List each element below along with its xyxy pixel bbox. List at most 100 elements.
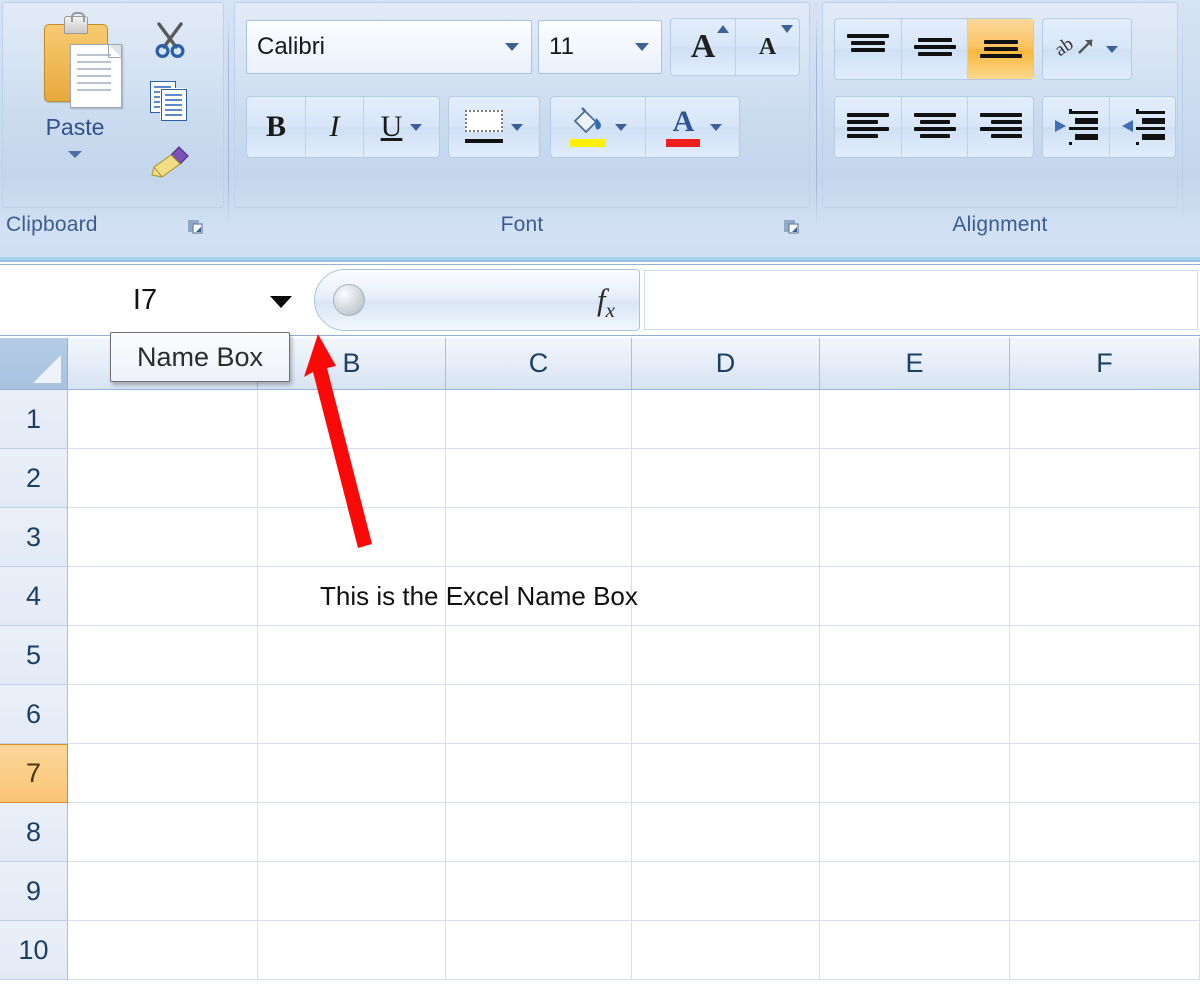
shrink-font-button[interactable]: A	[735, 19, 799, 75]
row-header-6[interactable]: 6	[0, 685, 68, 744]
cell-D6[interactable]	[632, 685, 820, 744]
row-header-2[interactable]: 2	[0, 449, 68, 508]
align-center-button[interactable]	[901, 97, 967, 157]
cell-A8[interactable]	[68, 803, 258, 862]
cell-D2[interactable]	[632, 449, 820, 508]
cell-F2[interactable]	[1010, 449, 1200, 508]
decrease-indent-button[interactable]	[1043, 97, 1109, 157]
cell-A9[interactable]	[68, 862, 258, 921]
cell-F7[interactable]	[1010, 744, 1200, 803]
cell-E2[interactable]	[820, 449, 1010, 508]
cell-A7[interactable]	[68, 744, 258, 803]
column-header-f[interactable]: F	[1010, 338, 1200, 390]
cell-D1[interactable]	[632, 390, 820, 449]
cell-B7[interactable]	[258, 744, 446, 803]
row-header-7[interactable]: 7	[0, 744, 68, 803]
fill-color-button[interactable]	[551, 97, 645, 157]
font-family-chevron-down-icon[interactable]	[505, 43, 519, 51]
cell-C3[interactable]	[446, 508, 632, 567]
cell-E9[interactable]	[820, 862, 1010, 921]
increase-indent-button[interactable]	[1109, 97, 1175, 157]
cell-F9[interactable]	[1010, 862, 1200, 921]
grow-font-button[interactable]: A	[671, 19, 735, 75]
cell-C10[interactable]	[446, 921, 632, 980]
cell-D4[interactable]	[632, 567, 820, 626]
cell-C7[interactable]	[446, 744, 632, 803]
row-header-10[interactable]: 10	[0, 921, 68, 980]
formula-input[interactable]	[644, 270, 1198, 330]
underline-chevron-down-icon[interactable]	[410, 123, 423, 131]
row-header-5[interactable]: 5	[0, 626, 68, 685]
cell-D10[interactable]	[632, 921, 820, 980]
cell-A6[interactable]	[68, 685, 258, 744]
font-dialog-launcher[interactable]	[780, 216, 802, 238]
underline-button[interactable]: U	[363, 97, 439, 157]
copy-button[interactable]	[142, 74, 198, 128]
cell-F8[interactable]	[1010, 803, 1200, 862]
align-top-button[interactable]	[835, 19, 901, 79]
cell-C2[interactable]	[446, 449, 632, 508]
cell-B10[interactable]	[258, 921, 446, 980]
cell-F5[interactable]	[1010, 626, 1200, 685]
cell-F4[interactable]	[1010, 567, 1200, 626]
font-family-combo[interactable]: Calibri	[246, 20, 532, 74]
cell-B4[interactable]	[258, 567, 446, 626]
column-header-e[interactable]: E	[820, 338, 1010, 390]
cell-B2[interactable]	[258, 449, 446, 508]
cell-F1[interactable]	[1010, 390, 1200, 449]
align-middle-button[interactable]	[901, 19, 967, 79]
cell-D8[interactable]	[632, 803, 820, 862]
select-all-corner-icon[interactable]	[0, 338, 68, 390]
clipboard-dialog-launcher[interactable]	[184, 216, 206, 238]
cell-A1[interactable]	[68, 390, 258, 449]
italic-button[interactable]: I	[305, 97, 363, 157]
name-box-chevron-down-icon[interactable]	[270, 296, 292, 308]
cell-B8[interactable]	[258, 803, 446, 862]
paste-dropdown-caret-icon[interactable]	[68, 151, 82, 158]
align-left-button[interactable]	[835, 97, 901, 157]
row-header-9[interactable]: 9	[0, 862, 68, 921]
cell-C1[interactable]	[446, 390, 632, 449]
cell-A4[interactable]	[68, 567, 258, 626]
borders-button[interactable]	[449, 97, 539, 157]
align-bottom-button[interactable]	[967, 19, 1033, 79]
font-color-chevron-down-icon[interactable]	[709, 123, 722, 131]
cell-A5[interactable]	[68, 626, 258, 685]
name-box[interactable]: I7	[2, 268, 306, 332]
cell-D9[interactable]	[632, 862, 820, 921]
bold-button[interactable]: B	[247, 97, 305, 157]
fill-color-chevron-down-icon[interactable]	[615, 123, 627, 131]
row-header-4[interactable]: 4	[0, 567, 68, 626]
align-right-button[interactable]	[967, 97, 1033, 157]
cell-E1[interactable]	[820, 390, 1010, 449]
cut-button[interactable]	[142, 12, 198, 66]
cell-A2[interactable]	[68, 449, 258, 508]
cell-E5[interactable]	[820, 626, 1010, 685]
cell-E7[interactable]	[820, 744, 1010, 803]
cell-B3[interactable]	[258, 508, 446, 567]
cell-A10[interactable]	[68, 921, 258, 980]
cell-F3[interactable]	[1010, 508, 1200, 567]
cell-D3[interactable]	[632, 508, 820, 567]
font-color-button[interactable]: A	[645, 97, 739, 157]
column-header-c[interactable]: C	[446, 338, 632, 390]
cell-F10[interactable]	[1010, 921, 1200, 980]
cell-E8[interactable]	[820, 803, 1010, 862]
column-header-d[interactable]: D	[632, 338, 820, 390]
cell-E3[interactable]	[820, 508, 1010, 567]
cell-E6[interactable]	[820, 685, 1010, 744]
cell-C8[interactable]	[446, 803, 632, 862]
format-painter-button[interactable]	[142, 136, 198, 190]
cell-D7[interactable]	[632, 744, 820, 803]
cell-C6[interactable]	[446, 685, 632, 744]
cell-D5[interactable]	[632, 626, 820, 685]
orientation-chevron-down-icon[interactable]	[1106, 45, 1118, 53]
insert-function-zone[interactable]: fx	[314, 269, 640, 331]
cell-B6[interactable]	[258, 685, 446, 744]
row-header-3[interactable]: 3	[0, 508, 68, 567]
paste-button[interactable]: Paste	[14, 10, 136, 200]
cell-A3[interactable]	[68, 508, 258, 567]
font-size-chevron-down-icon[interactable]	[635, 43, 649, 51]
cell-F6[interactable]	[1010, 685, 1200, 744]
cell-C9[interactable]	[446, 862, 632, 921]
